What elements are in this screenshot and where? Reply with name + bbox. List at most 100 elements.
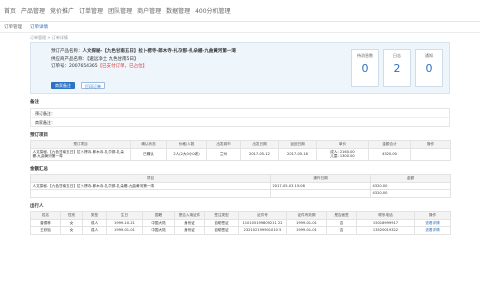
col-header: 返回日期 bbox=[278, 140, 317, 149]
col-header: 价格/人数 bbox=[166, 140, 207, 149]
order-status: 【已支付订单，已占位】 bbox=[97, 64, 148, 69]
table-header-row: 预订项目 确认状态 价格/人数 出发城市 出发日期 返回日期 单价 金额合计 操… bbox=[30, 140, 451, 149]
stat-pending-messages[interactable]: 待消息数 0 bbox=[351, 49, 379, 87]
cell: 曾德林 bbox=[30, 218, 61, 228]
col-header: 类型 bbox=[82, 211, 107, 220]
table-row: 曾德林 女 成人 1999-10-21 中国大陆 身份证 自助签证 110105… bbox=[30, 218, 451, 228]
sub-tabs: 订单管理 订单详情 bbox=[0, 23, 480, 33]
nav-team[interactable]: 团队管理 bbox=[108, 8, 132, 16]
cell: 女 bbox=[60, 226, 83, 235]
col-header: 金额 bbox=[370, 174, 451, 183]
table-header-row: 姓名 性别 类型 生日 国籍 是否入境证件 签注类型 证件号 证件有效期 是否面… bbox=[30, 211, 451, 220]
cell: 人文探秘-【九色甘南五日】拉卜楞寺-郎木寺-扎尕那-扎朵栅-九曲黄河第一湾 bbox=[30, 181, 271, 191]
cell bbox=[30, 189, 271, 198]
stat-value: 0 bbox=[361, 62, 369, 75]
nav-400[interactable]: 400分机管理 bbox=[195, 8, 230, 16]
cell: 中国大陆 bbox=[142, 218, 175, 228]
cell: 否 bbox=[326, 226, 357, 235]
cell: 232102199901010 5 bbox=[238, 226, 287, 235]
cell: 自助签证 bbox=[204, 218, 239, 228]
trip-table: 预订项目 确认状态 价格/人数 出发城市 出发日期 返回日期 单价 金额合计 操… bbox=[30, 140, 451, 161]
merchant-remark-button[interactable]: 商家备注 bbox=[51, 82, 75, 89]
col-header: 证件有效期 bbox=[286, 211, 327, 220]
stat-label: 日志 bbox=[393, 53, 401, 58]
col-header: 是否面签 bbox=[326, 211, 357, 220]
col-header: 是否入境证件 bbox=[174, 211, 205, 220]
col-header: 签注类型 bbox=[204, 211, 239, 220]
stat-label: 待消息数 bbox=[357, 53, 373, 58]
main-menu: 首页 产品管理 竞价推广 订单管理 团队管理 商户管理 数据管理 400分机管理 bbox=[4, 8, 231, 16]
cell: 身份证 bbox=[174, 218, 205, 228]
cell: 否 bbox=[326, 218, 357, 228]
table-header-row: 项目 操作日期 金额 bbox=[30, 174, 451, 183]
nav-merchants[interactable]: 商户管理 bbox=[137, 8, 161, 16]
order-summary-panel: 预订产品名称：人文探秘-【九色甘南五日】拉卜楞寺-郎木寺-扎尕那-扎朵栅-九曲黄… bbox=[30, 42, 450, 94]
nav-orders[interactable]: 订单管理 bbox=[79, 8, 103, 16]
trip-section: 预订项目 预订项目 确认状态 价格/人数 出发城市 出发日期 返回日期 单价 金… bbox=[30, 132, 451, 161]
cell bbox=[270, 189, 371, 198]
col-header: 姓名 bbox=[30, 211, 61, 220]
product-label: 预订产品名称： bbox=[51, 49, 83, 54]
product-name: 人文探秘-【九色甘南五日】拉卜楞寺-郎木寺-扎尕那-扎朵栅-九曲黄河第一湾 bbox=[82, 49, 236, 54]
cell: 兰州 bbox=[206, 147, 241, 161]
stat-value: 0 bbox=[425, 62, 433, 75]
cell: 中国大陆 bbox=[142, 226, 175, 235]
print-order-button[interactable]: 打印订单 bbox=[81, 82, 105, 89]
amount-title: 金额汇总 bbox=[30, 166, 48, 172]
col-header: 国籍 bbox=[142, 211, 175, 220]
remarks-title: 备注 bbox=[30, 100, 39, 105]
col-header: 证件号 bbox=[238, 211, 287, 220]
col-header: 操作 bbox=[414, 211, 451, 220]
col-header: 联系电话 bbox=[356, 211, 415, 220]
col-header: 项目 bbox=[30, 174, 271, 183]
breadcrumb: 订单管理 > 订单详情 bbox=[30, 35, 68, 40]
cell: 1999-01-01 bbox=[286, 226, 327, 235]
table-row: 人文探秘-【九色甘南五日】拉卜楞寺-郎木寺-扎尕那-扎朵栅-九曲黄河第一湾 已确… bbox=[30, 147, 451, 161]
remarks-section: 备注 预订备注： 商家备注： bbox=[30, 100, 450, 127]
col-header: 预订项目 bbox=[30, 140, 131, 149]
col-header: 操作 bbox=[410, 140, 451, 149]
travelers-section: 出行人 姓名 性别 类型 生日 国籍 是否入境证件 签注类型 证件号 证件有效期… bbox=[30, 203, 451, 235]
travelers-table: 姓名 性别 类型 生日 国籍 是否入境证件 签注类型 证件号 证件有效期 是否面… bbox=[30, 211, 451, 235]
cell: 1999-01-01 bbox=[106, 226, 143, 235]
view-details-link[interactable]: 查看详情 bbox=[414, 226, 451, 235]
travelers-title: 出行人 bbox=[30, 203, 44, 209]
cell: 身份证 bbox=[174, 226, 205, 235]
trip-title: 预订项目 bbox=[30, 132, 48, 138]
cell: 成人 bbox=[82, 218, 107, 228]
cell bbox=[410, 147, 451, 161]
cell: 人文探秘-【九色甘南五日】拉卜楞寺-郎木寺-扎尕那-扎朵栅-九曲黄河第一湾 bbox=[30, 147, 131, 161]
view-details-link[interactable]: 查看详情 bbox=[414, 218, 451, 228]
cell: 15018999917 bbox=[356, 218, 415, 228]
col-header: 生日 bbox=[106, 211, 143, 220]
main-content: 订单管理 > 订单详情 预订产品名称：人文探秘-【九色甘南五日】拉卜楞寺-郎木寺… bbox=[30, 35, 451, 235]
col-header: 出发城市 bbox=[206, 140, 241, 149]
nav-data[interactable]: 数据管理 bbox=[166, 8, 190, 16]
cell: 成人 bbox=[82, 226, 107, 235]
supplier-name: 供应商产品名称：【遨远净土 九色甘南5日】 bbox=[51, 57, 139, 62]
top-navigation-bar: 首页 产品管理 竞价推广 订单管理 团队管理 商户管理 数据管理 400分机管理 bbox=[0, 0, 480, 22]
amount-total: 4320.00 bbox=[370, 189, 451, 198]
cell: 1999-01-01 bbox=[286, 218, 327, 228]
tab-order-management[interactable]: 订单管理 bbox=[4, 25, 22, 31]
col-header: 出发日期 bbox=[240, 140, 279, 149]
nav-home[interactable]: 首页 bbox=[4, 8, 16, 16]
cell: 2017-05-12 bbox=[240, 147, 279, 161]
col-header: 确认状态 bbox=[130, 140, 167, 149]
nav-products[interactable]: 产品管理 bbox=[21, 8, 45, 16]
cell: 女 bbox=[60, 218, 83, 228]
cell: 110105199809211 22 bbox=[238, 218, 287, 228]
tab-order-detail[interactable]: 订单详情 bbox=[30, 25, 48, 31]
stat-log[interactable]: 日志 2 bbox=[383, 49, 411, 87]
cell: 4320.00 bbox=[370, 181, 451, 191]
remarks-box: 预订备注： 商家备注： bbox=[30, 107, 450, 127]
nav-bidding[interactable]: 竞价推广 bbox=[50, 8, 74, 16]
cell: 2017-05-16 bbox=[278, 147, 317, 161]
stat-notice[interactable]: 通知 0 bbox=[415, 49, 443, 87]
col-header: 操作日期 bbox=[270, 174, 371, 183]
cell: 已确认 bbox=[130, 147, 167, 161]
stat-value: 2 bbox=[393, 62, 401, 75]
cell: 13520019322 bbox=[356, 226, 415, 235]
stat-label: 通知 bbox=[425, 53, 433, 58]
amount-section: 金额汇总 项目 操作日期 金额 人文探秘-【九色甘南五日】拉卜楞寺-郎木寺-扎尕… bbox=[30, 166, 451, 198]
